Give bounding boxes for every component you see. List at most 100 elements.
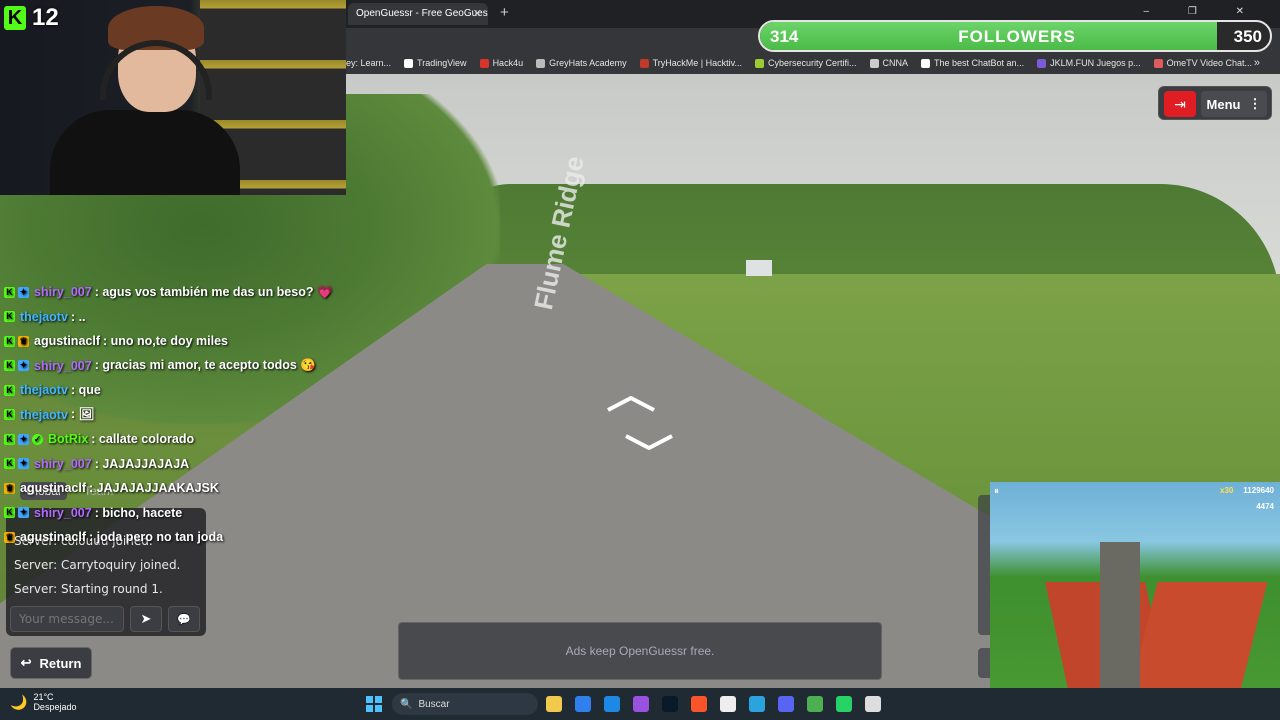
server-message: Server: Starting round 1. — [14, 582, 163, 596]
return-button[interactable]: ↩ Return — [10, 647, 92, 679]
chat-username[interactable]: shiry_007 — [34, 359, 92, 373]
bookmark-label: Cybersecurity Certifi... — [767, 58, 857, 68]
game-menu-bar: ⇥ Menu ⋮ — [1158, 86, 1272, 120]
bookmark-item[interactable]: TryHackMe | Hacktiv... — [639, 58, 742, 68]
chat-username[interactable]: thejaotv — [20, 408, 68, 422]
chat-username[interactable]: shiry_007 — [34, 457, 92, 471]
terminal-icon[interactable] — [836, 696, 852, 712]
bookmark-label: The best ChatBot an... — [934, 58, 1025, 68]
chat-message: K ✦ ✓ BotRix : callate colorado — [4, 427, 384, 452]
menu-label: Menu — [1206, 96, 1241, 112]
chat-text: : JAJAJAJJAAKAJSK — [89, 481, 219, 496]
subway-surfers-overlay: ⏸ x30 1129640 4474 — [990, 482, 1280, 720]
github-icon[interactable] — [691, 696, 707, 712]
move-forward-arrow[interactable] — [606, 395, 656, 412]
bookmark-item[interactable]: CNNA — [869, 58, 908, 68]
chat-toggle-button[interactable]: 💬 — [168, 606, 200, 632]
menu-button[interactable]: Menu ⋮ — [1201, 91, 1267, 117]
moon-icon: 🌙 — [10, 693, 28, 710]
stream-chat-overlay: K ✦ shiry_007 : agus vos también me das un… — [4, 280, 384, 550]
vip-badge-icon: ✦ — [18, 458, 29, 470]
discord-icon[interactable] — [749, 696, 765, 712]
vip-badge-icon: ✦ — [18, 507, 29, 519]
kick-badge-icon: K — [4, 335, 15, 347]
kick-badge-icon: K — [4, 311, 15, 323]
chat-message: Kthejaotv : que — [4, 378, 384, 403]
weather-widget[interactable]: 🌙 21°C Despejado — [10, 692, 76, 712]
pause-icon: ⏸ — [994, 486, 999, 497]
viewer-count: 12 — [32, 4, 59, 31]
return-icon: ↩ — [20, 655, 32, 670]
followers-goal-bar: 314 FOLLOWERS 350 — [758, 20, 1272, 52]
chat-message-input[interactable] — [10, 606, 124, 632]
bookmark-label: GreyHats Academy — [549, 58, 627, 68]
bookmark-item[interactable]: ey: Learn... — [346, 58, 391, 68]
bookmarks-overflow-icon[interactable]: » — [1254, 57, 1260, 69]
windows-start-icon[interactable] — [366, 696, 382, 712]
windows-taskbar: 🌙 21°C Despejado 🔍 Buscar — [0, 688, 1280, 720]
kick-badge-icon: K — [4, 286, 15, 298]
vscode-icon[interactable] — [575, 696, 591, 712]
chat-username[interactable]: shiry_007 — [34, 285, 92, 299]
followers-goal: 350 — [1233, 27, 1262, 46]
weather-condition: Despejado — [33, 702, 77, 712]
vip-badge-icon: ✦ — [18, 286, 29, 298]
og-badge-icon: ♛ — [4, 482, 15, 494]
window-controls[interactable]: – ❐ ✕ — [1144, 6, 1262, 17]
minecraft-icon[interactable] — [778, 696, 794, 712]
chat-message: K ✦ shiry_007 : agus vos también me das un… — [4, 280, 384, 305]
bookmark-item[interactable]: The best ChatBot an... — [921, 58, 1024, 68]
tab-title: OpenGuessr - Free GeoGuessr A — [356, 8, 488, 19]
bookmark-item[interactable]: Hack4u — [479, 58, 523, 68]
bookmark-favicon-icon — [869, 58, 879, 68]
new-tab-button[interactable]: + — [500, 4, 509, 21]
bookmark-item[interactable]: OmeTV Video Chat... — [1153, 58, 1252, 68]
kick-badge-icon: K — [4, 409, 15, 421]
pin-icon[interactable] — [604, 696, 620, 712]
bookmark-favicon-icon — [1153, 58, 1163, 68]
file-explorer-icon[interactable] — [546, 696, 562, 712]
exit-game-button[interactable]: ⇥ — [1164, 91, 1196, 117]
send-message-button[interactable]: ➤ — [130, 606, 162, 632]
chat-message: K ✦ shiry_007 : JAJAJJAJAJA — [4, 452, 384, 477]
bookmark-label: TradingView — [417, 58, 467, 68]
chat-username[interactable]: BotRix — [48, 432, 88, 446]
taskbar-search[interactable]: 🔍 Buscar — [392, 693, 538, 715]
browser-tab[interactable]: OpenGuessr - Free GeoGuessr A ✕ — [348, 3, 488, 25]
chat-username[interactable]: shiry_007 — [34, 506, 92, 520]
chat-message: K ✦ shiry_007 : bicho, hacete — [4, 501, 384, 526]
score-multiplier: x30 — [1220, 486, 1234, 495]
ad-banner: Ads keep OpenGuessr free. — [398, 622, 882, 680]
brave-icon[interactable] — [662, 696, 678, 712]
chat-username[interactable]: thejaotv — [20, 383, 68, 397]
chat-text: : .. — [70, 309, 86, 324]
whatsapp-icon[interactable] — [807, 696, 823, 712]
bookmark-item[interactable]: Cybersecurity Certifi... — [754, 58, 857, 68]
bookmark-item[interactable]: JKLM.FUN Juegos p... — [1037, 58, 1141, 68]
close-tab-icon[interactable]: ✕ — [473, 7, 482, 20]
chat-username[interactable]: agustinaclf — [20, 481, 86, 495]
bookmark-item[interactable]: GreyHats Academy — [536, 58, 627, 68]
og-badge-icon: ♛ — [4, 531, 15, 543]
search-icon: 🔍 — [400, 698, 413, 710]
telegram-icon[interactable] — [720, 696, 736, 712]
steam-icon[interactable] — [633, 696, 649, 712]
chat-username[interactable]: thejaotv — [20, 310, 68, 324]
tiktok-icon[interactable] — [865, 696, 881, 712]
bookmark-label: JKLM.FUN Juegos p... — [1050, 58, 1141, 68]
ver-badge-icon: ✓ — [32, 433, 43, 445]
chat-username[interactable]: agustinaclf — [20, 530, 86, 544]
move-back-arrow[interactable] — [624, 434, 674, 451]
chat-message: Kthejaotv : .. — [4, 305, 384, 330]
chat-text: : JAJAJJAJAJA — [94, 456, 190, 471]
exit-icon: ⇥ — [1174, 95, 1186, 112]
chat-text: : que — [70, 383, 101, 398]
game-score: 1129640 — [1243, 486, 1274, 495]
more-dots-icon: ⋮ — [1248, 96, 1262, 111]
kick-badge-icon: K — [4, 458, 15, 470]
kick-badge-icon: K — [4, 360, 15, 372]
chat-username[interactable]: agustinaclf — [34, 334, 100, 348]
bookmark-item[interactable]: TradingView — [404, 58, 467, 68]
chat-text: : agus vos también me das un beso? 💗 — [94, 284, 333, 299]
kick-badge-icon: K — [4, 433, 15, 445]
